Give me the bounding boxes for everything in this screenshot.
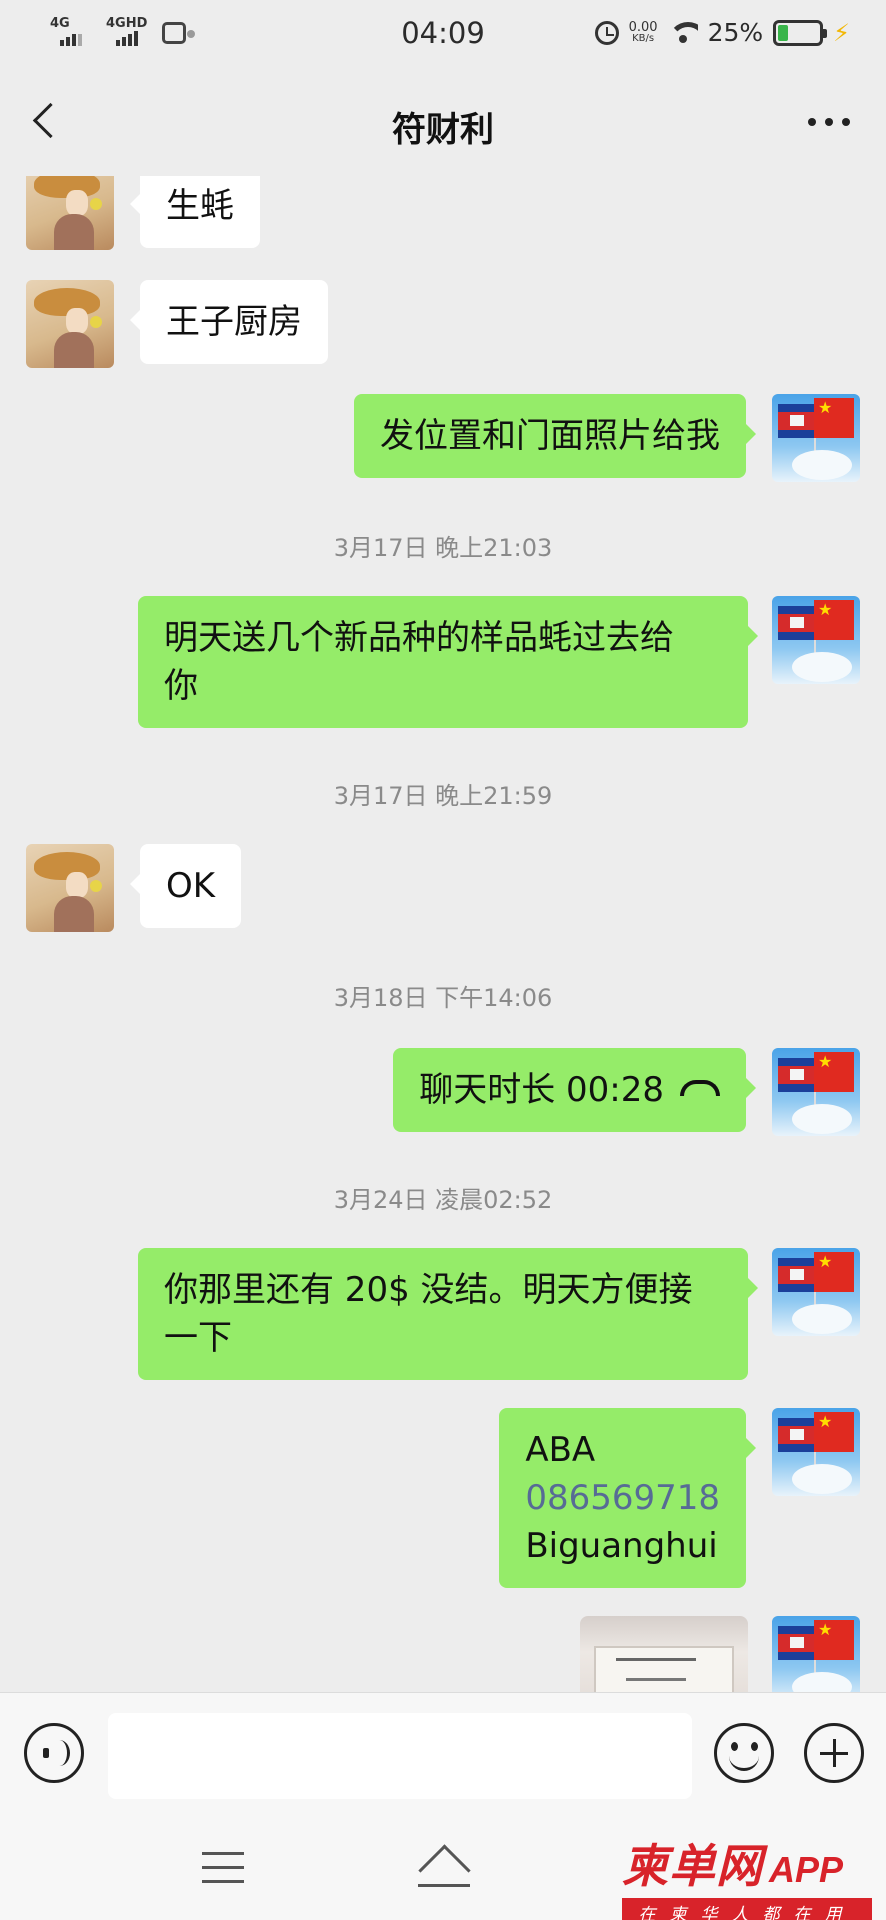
voice-input-button[interactable] xyxy=(24,1723,84,1783)
chat-header: 符财利 xyxy=(0,68,886,176)
message-input-bar xyxy=(0,1692,886,1822)
my-avatar[interactable] xyxy=(772,596,860,684)
wifi-icon xyxy=(667,21,698,44)
battery-fill xyxy=(778,24,789,41)
message-timestamp: 3月24日 凌晨02:52 xyxy=(333,1186,553,1214)
message-timestamp: 3月17日 晚上21:03 xyxy=(333,534,553,562)
recent-apps-icon[interactable] xyxy=(202,1852,244,1884)
contact-name: 符财利 xyxy=(392,110,494,150)
image-message[interactable] xyxy=(580,1616,748,1692)
watermark-logo: 柬单网 APP 在柬华人都在用 xyxy=(622,1830,884,1920)
message-timestamp: 3月17日 晚上21:59 xyxy=(333,782,553,810)
call-record-bubble[interactable]: 聊天时长 00:28 xyxy=(393,1048,756,1132)
my-avatar[interactable] xyxy=(772,394,860,482)
my-avatar[interactable] xyxy=(772,1248,860,1336)
message-bubble-sent[interactable]: 发位置和门面照片给我 xyxy=(354,394,756,478)
contact-avatar[interactable] xyxy=(26,280,114,368)
message-text-input[interactable] xyxy=(108,1713,692,1799)
message-bubble-received[interactable]: 王子厨房 xyxy=(130,280,328,364)
chat-history[interactable]: 生蚝 王子厨房 发位置和门面照片给我 3月17日 晚上21:03 明天送几个新品… xyxy=(0,176,886,1692)
phone-number-link[interactable]: 086569718 xyxy=(525,1474,720,1522)
contact-avatar[interactable] xyxy=(26,176,114,250)
status-bar: 4G 4GHD 04:09 0.00 KB/s 25% ⚡ xyxy=(0,0,886,68)
my-avatar[interactable] xyxy=(772,1408,860,1496)
contact-avatar[interactable] xyxy=(26,844,114,932)
more-functions-button[interactable] xyxy=(804,1723,864,1783)
status-right: 0.00 KB/s 25% ⚡ xyxy=(594,18,850,47)
charging-bolt-icon: ⚡ xyxy=(833,18,850,47)
voice-call-icon xyxy=(680,1079,720,1096)
message-bubble-sent[interactable]: 明天送几个新品种的样品蚝过去给 你 xyxy=(138,596,758,728)
message-timestamp: 3月18日 下午14:06 xyxy=(333,984,553,1012)
message-bubble-received[interactable]: 生蚝 xyxy=(130,176,260,248)
home-icon[interactable] xyxy=(414,1848,474,1888)
more-options-button[interactable] xyxy=(808,118,850,126)
emoji-button[interactable] xyxy=(714,1723,774,1783)
battery-percent: 25% xyxy=(707,18,764,47)
net-speed: 0.00 KB/s xyxy=(628,20,658,44)
message-bubble-sent[interactable]: 你那里还有 20$ 没结。明天方便接 一下 xyxy=(138,1248,758,1380)
my-avatar[interactable] xyxy=(772,1616,860,1692)
my-avatar[interactable] xyxy=(772,1048,860,1136)
message-bubble-received[interactable]: OK xyxy=(129,844,242,928)
message-bubble-sent[interactable]: ABA 086569718 Biguanghui xyxy=(499,1408,756,1588)
alarm-icon xyxy=(594,20,619,45)
battery-icon xyxy=(773,19,828,46)
